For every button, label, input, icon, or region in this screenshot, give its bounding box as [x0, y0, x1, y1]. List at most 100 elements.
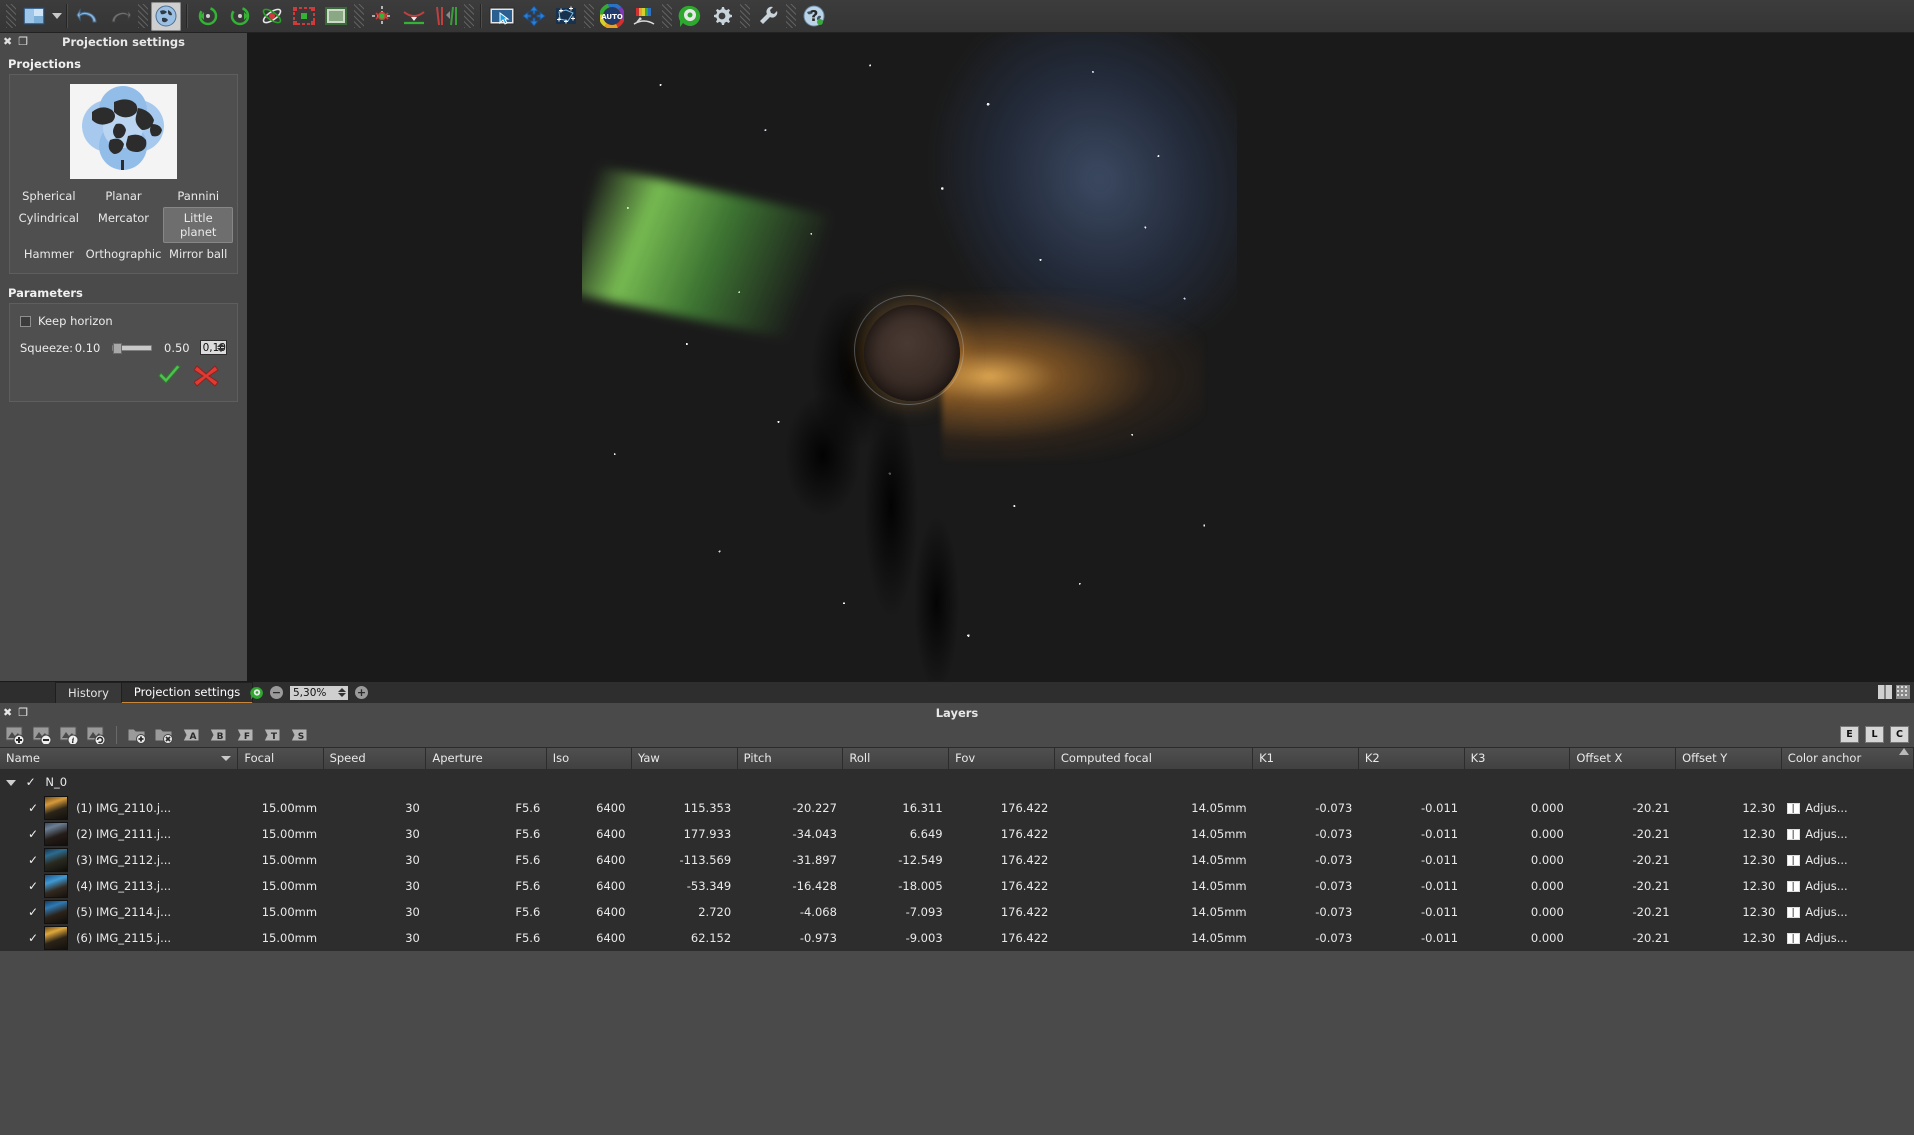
group-by-s-button[interactable]: S: [286, 724, 311, 746]
cell-offset-y[interactable]: 12.30: [1675, 821, 1782, 847]
group-by-a-button[interactable]: A: [178, 724, 203, 746]
cell-pitch[interactable]: -34.043: [737, 821, 843, 847]
grid-view-icon[interactable]: [1896, 685, 1910, 699]
cell-color-anchor[interactable]: Adjus...: [1781, 873, 1914, 899]
render-gear-green-icon-small[interactable]: [250, 686, 264, 700]
cell-k3[interactable]: 0.000: [1464, 925, 1570, 951]
render-button[interactable]: [675, 2, 705, 31]
cell-offset-x[interactable]: -20.21: [1569, 873, 1676, 899]
settings-button[interactable]: [707, 2, 737, 31]
zoom-input[interactable]: 5,30%: [289, 684, 349, 701]
cell-offset-y[interactable]: 12.30: [1675, 899, 1782, 925]
cell-computed-focal[interactable]: 14.05mm: [1054, 899, 1253, 925]
cell-k1[interactable]: -0.073: [1252, 925, 1359, 951]
group-by-f-button[interactable]: F: [232, 724, 257, 746]
cell-yaw[interactable]: -113.569: [631, 847, 738, 873]
green-check-icon[interactable]: [157, 365, 182, 387]
zoom-in-button[interactable]: +: [355, 686, 368, 699]
column-header-focal[interactable]: Focal: [237, 748, 324, 770]
tools-button[interactable]: [753, 2, 783, 31]
cell-speed[interactable]: 30: [323, 795, 426, 821]
column-header-k1[interactable]: K1: [1252, 748, 1359, 770]
cell-roll[interactable]: -7.093: [842, 899, 949, 925]
cell-roll[interactable]: 16.311: [842, 795, 949, 821]
cell-computed-focal[interactable]: 14.05mm: [1054, 925, 1253, 951]
panorama-preview-image[interactable]: [582, 33, 1237, 681]
projection-option-pannini[interactable]: Pannini: [163, 185, 233, 207]
cell-k3[interactable]: 0.000: [1464, 873, 1570, 899]
split-view-icon[interactable]: [1878, 685, 1892, 699]
add-image-button[interactable]: [3, 724, 28, 746]
cell-name[interactable]: ✓ (6) IMG_2115.j...: [0, 925, 238, 951]
cell-aperture[interactable]: F5.6: [425, 873, 547, 899]
zoom-spinner-arrows[interactable]: [338, 686, 346, 700]
spinner-arrows[interactable]: [217, 341, 225, 354]
select-area-button[interactable]: [487, 2, 517, 31]
cell-k2[interactable]: -0.011: [1358, 899, 1465, 925]
cell-pitch[interactable]: -31.897: [737, 847, 843, 873]
redo-button[interactable]: [105, 2, 135, 31]
row-checkbox[interactable]: ✓: [28, 879, 38, 893]
cell-offset-x[interactable]: -20.21: [1569, 847, 1676, 873]
cell-iso[interactable]: 6400: [546, 873, 632, 899]
cell-aperture[interactable]: F5.6: [425, 847, 547, 873]
cell-fov[interactable]: 176.422: [948, 899, 1055, 925]
squeeze-slider[interactable]: [112, 342, 153, 354]
project-open-dropdown[interactable]: [19, 2, 49, 31]
table-row[interactable]: ✓ (5) IMG_2114.j... 15.00mm 30 F5.6 6400 2.720…: [0, 899, 1914, 925]
cell-focal[interactable]: 15.00mm: [237, 821, 324, 847]
vertical-lines-button[interactable]: [431, 2, 461, 31]
tab-projection-settings[interactable]: Projection settings: [120, 681, 254, 704]
cell-k2[interactable]: -0.011: [1358, 821, 1465, 847]
cell-computed-focal[interactable]: 14.05mm: [1054, 821, 1253, 847]
cell-focal[interactable]: 15.00mm: [237, 847, 324, 873]
expand-triangle-icon[interactable]: [6, 779, 16, 786]
cell-offset-x[interactable]: -20.21: [1569, 795, 1676, 821]
undock-icon[interactable]: ❐: [18, 35, 28, 48]
cell-color-anchor[interactable]: Adjus...: [1781, 899, 1914, 925]
cell-speed[interactable]: 30: [323, 847, 426, 873]
column-header-color-anchor[interactable]: Color anchor: [1781, 748, 1914, 770]
cell-focal[interactable]: 15.00mm: [237, 795, 324, 821]
projection-option-orthographic[interactable]: Orthographic: [84, 243, 164, 265]
toolbar-grip-8[interactable]: [786, 4, 796, 28]
cell-iso[interactable]: 6400: [546, 821, 632, 847]
squeeze-slider-handle[interactable]: [113, 342, 123, 354]
cell-computed-focal[interactable]: 14.05mm: [1054, 795, 1253, 821]
projection-option-cylindrical[interactable]: Cylindrical: [14, 207, 84, 243]
cell-k1[interactable]: -0.073: [1252, 821, 1359, 847]
stitch-points-button[interactable]: [551, 2, 581, 31]
table-row[interactable]: ✓ (3) IMG_2112.j... 15.00mm 30 F5.6 6400 -113.…: [0, 847, 1914, 873]
cell-aperture[interactable]: F5.6: [425, 925, 547, 951]
group-checkbox[interactable]: ✓: [26, 775, 36, 789]
undo-button[interactable]: [73, 2, 103, 31]
cell-k3[interactable]: 0.000: [1464, 847, 1570, 873]
column-header-name[interactable]: Name: [0, 748, 239, 770]
columns-l-button[interactable]: L: [1865, 726, 1884, 743]
cell-roll[interactable]: -12.549: [842, 847, 949, 873]
cell-aperture[interactable]: F5.6: [425, 795, 547, 821]
cell-iso[interactable]: 6400: [546, 925, 632, 951]
cell-name[interactable]: ✓ (3) IMG_2112.j...: [0, 847, 238, 873]
chevron-down-icon[interactable]: [52, 13, 62, 19]
cell-k1[interactable]: -0.073: [1252, 795, 1359, 821]
cell-k1[interactable]: -0.073: [1252, 899, 1359, 925]
cell-name[interactable]: ✓ (4) IMG_2113.j...: [0, 873, 238, 899]
cell-yaw[interactable]: -53.349: [631, 873, 738, 899]
horizon-button[interactable]: [399, 2, 429, 31]
column-header-offset-x[interactable]: Offset X: [1569, 748, 1677, 770]
toolbar-grip-7[interactable]: [740, 4, 750, 28]
cell-iso[interactable]: 6400: [546, 847, 632, 873]
column-header-iso[interactable]: Iso: [546, 748, 632, 770]
cell-roll[interactable]: -9.003: [842, 925, 949, 951]
zoom-out-button[interactable]: −: [270, 686, 283, 699]
auto-button[interactable]: AUTO: [597, 2, 627, 31]
column-header-k3[interactable]: K3: [1464, 748, 1571, 770]
levels-button[interactable]: [629, 2, 659, 31]
toolbar-grip[interactable]: [6, 4, 16, 28]
cell-k2[interactable]: -0.011: [1358, 873, 1465, 899]
column-header-aperture[interactable]: Aperture: [425, 748, 547, 770]
row-checkbox[interactable]: ✓: [28, 905, 38, 919]
cell-computed-focal[interactable]: 14.05mm: [1054, 847, 1253, 873]
column-header-pitch[interactable]: Pitch: [737, 748, 844, 770]
